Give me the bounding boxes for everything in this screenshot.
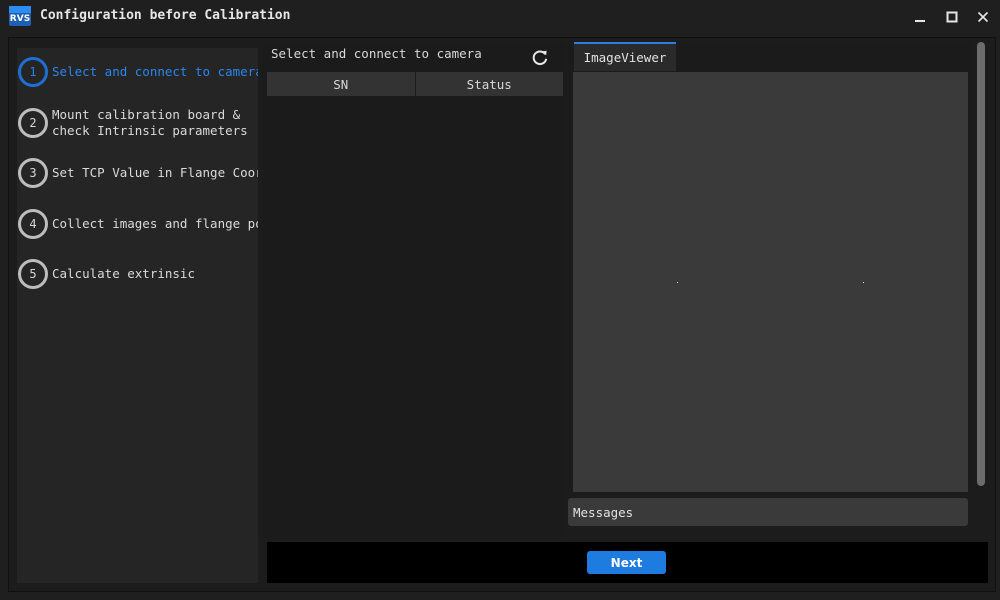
step-3[interactable]: 3 Set TCP Value in Flange Coordinate <box>17 153 258 193</box>
step-number-badge: 3 <box>18 158 48 188</box>
pixel-marker <box>677 282 678 283</box>
step-1[interactable]: 1 Select and connect to camera <box>17 52 258 92</box>
next-button[interactable]: Next <box>587 551 666 574</box>
window-title: Configuration before Calibration <box>40 8 291 23</box>
image-canvas[interactable] <box>573 72 968 492</box>
title-bar: RVS Configuration before Calibration <box>0 0 1000 34</box>
step-label: Collect images and flange pose <box>52 216 258 231</box>
maximize-button[interactable] <box>940 6 964 28</box>
scrollbar-thumb[interactable] <box>977 42 985 486</box>
step-4[interactable]: 4 Collect images and flange pose <box>17 204 258 244</box>
step-label: Mount calibration board & check Intrinsi… <box>52 107 248 138</box>
minimize-icon <box>915 20 925 22</box>
close-icon <box>977 11 989 23</box>
step-label: Select and connect to camera <box>52 64 258 79</box>
step-2[interactable]: 2 Mount calibration board & check Intrin… <box>17 103 258 143</box>
footer-bar: Next <box>267 542 988 583</box>
maximize-icon <box>946 11 958 23</box>
step-number-badge: 1 <box>18 57 48 87</box>
vertical-scrollbar[interactable] <box>976 42 986 492</box>
camera-table-header: SN Status <box>267 72 563 96</box>
logo-text: RVS <box>10 14 30 24</box>
close-button[interactable] <box>971 6 995 28</box>
steps-panel: 1 Select and connect to camera 2 Mount c… <box>17 48 258 583</box>
pixel-marker <box>863 282 864 283</box>
column-header-status[interactable]: Status <box>414 72 564 96</box>
messages-panel-header[interactable]: Messages <box>568 498 968 526</box>
image-viewer-panel: ImageViewer <box>568 42 972 492</box>
step-number-badge: 5 <box>18 259 48 289</box>
minimize-button[interactable] <box>908 6 932 28</box>
step-label: Calculate extrinsic <box>52 266 195 281</box>
step-5[interactable]: 5 Calculate extrinsic <box>17 254 258 294</box>
rvs-logo-icon: RVS <box>9 6 31 26</box>
step-label: Set TCP Value in Flange Coordinate <box>52 165 258 180</box>
column-header-sn[interactable]: SN <box>267 72 415 96</box>
step-number-badge: 4 <box>18 209 48 239</box>
step-number-badge: 2 <box>18 108 48 138</box>
camera-panel: Select and connect to camera SN Status <box>262 43 565 538</box>
tab-image-viewer[interactable]: ImageViewer <box>574 42 676 71</box>
camera-panel-title: Select and connect to camera <box>271 46 482 61</box>
refresh-icon[interactable] <box>531 49 549 67</box>
